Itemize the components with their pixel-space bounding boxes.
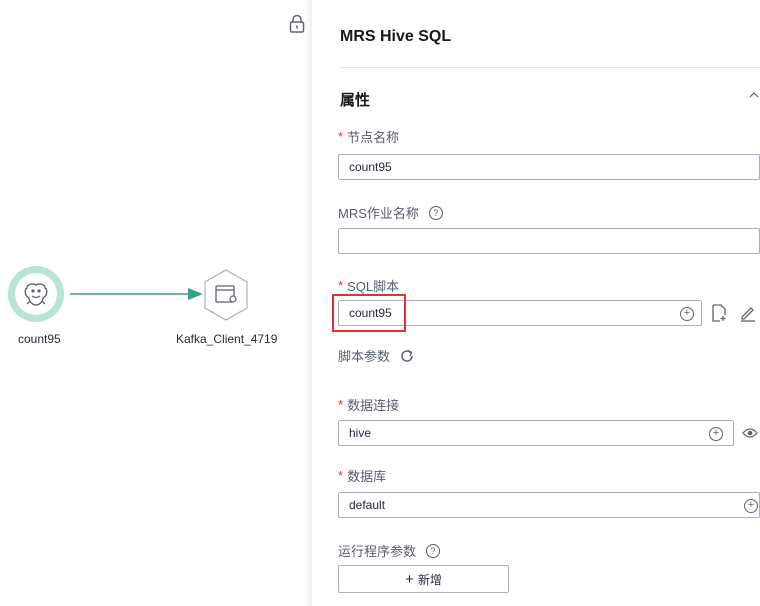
- section-title: 属性: [340, 92, 371, 109]
- runtime-params-label: 运行程序参数 ?: [338, 541, 441, 560]
- script-params-label: 脚本参数: [338, 346, 415, 365]
- refresh-icon[interactable]: [399, 348, 415, 364]
- lock-icon[interactable]: [288, 14, 306, 34]
- data-connection-select[interactable]: hive: [338, 420, 734, 446]
- plus-icon: +: [405, 570, 414, 588]
- data-connection-label: * 数据连接: [338, 397, 400, 413]
- hive-node[interactable]: [8, 266, 64, 322]
- new-file-icon[interactable]: [711, 304, 727, 322]
- help-icon[interactable]: ?: [426, 543, 441, 558]
- chevron-up-icon[interactable]: [748, 88, 760, 102]
- required-mark: *: [338, 278, 344, 293]
- kafka-client-node[interactable]: [202, 268, 250, 322]
- database-select[interactable]: default: [338, 492, 760, 518]
- panel-title: MRS Hive SQL: [340, 28, 452, 45]
- plus-circle-icon[interactable]: +: [709, 427, 723, 441]
- required-mark: *: [338, 397, 344, 412]
- highlight-box: [332, 294, 406, 332]
- mrs-job-name-input[interactable]: [338, 228, 760, 254]
- mrs-job-name-label: MRS作业名称 ?: [338, 203, 443, 222]
- title-divider: [340, 67, 760, 68]
- node-name-label: * 节点名称: [338, 129, 400, 145]
- plus-circle-icon[interactable]: +: [744, 499, 758, 513]
- node-name-input[interactable]: count95: [338, 154, 760, 180]
- target-node-label: Kafka_Client_4719: [176, 332, 278, 346]
- edit-icon[interactable]: [739, 304, 757, 322]
- plus-circle-icon[interactable]: +: [680, 307, 694, 321]
- source-node-label: count95: [18, 332, 61, 346]
- panel-divider: [304, 0, 312, 606]
- connector-arrow: [70, 288, 203, 300]
- database-label: * 数据库: [338, 468, 387, 484]
- required-mark: *: [338, 468, 344, 483]
- required-mark: *: [338, 129, 344, 144]
- sql-script-label: * SQL脚本: [338, 278, 400, 294]
- add-param-button[interactable]: + 新增: [338, 565, 509, 593]
- hive-bee-icon: [24, 283, 48, 306]
- help-icon[interactable]: ?: [428, 205, 443, 220]
- eye-icon[interactable]: [742, 427, 758, 439]
